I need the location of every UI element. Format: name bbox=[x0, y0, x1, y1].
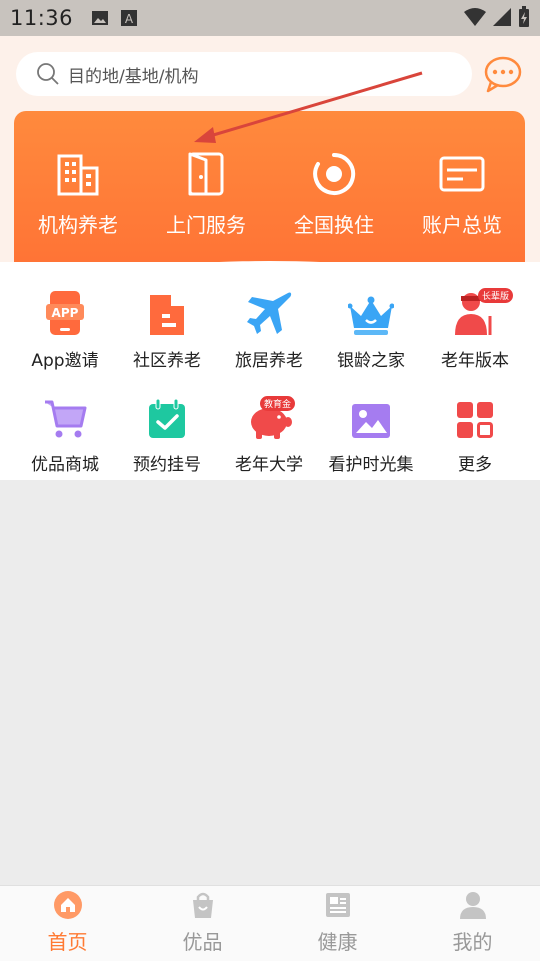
font-notification-icon: A bbox=[121, 10, 138, 26]
bottom-navigation: 首页 优品 健康 我的 bbox=[0, 885, 540, 961]
status-bar: 11:36 A bbox=[0, 0, 540, 36]
grid-item-label: App邀请 bbox=[31, 351, 99, 371]
airplane-icon bbox=[247, 292, 292, 334]
phone-app-icon: APP bbox=[46, 291, 84, 335]
service-label: 机构养老 bbox=[38, 213, 118, 237]
message-icon[interactable] bbox=[482, 54, 524, 94]
grid-item-community-care[interactable]: 社区养老 bbox=[116, 286, 218, 371]
card-icon bbox=[439, 156, 485, 192]
grid-item-appointment[interactable]: 预约挂号 bbox=[116, 390, 218, 475]
grid-item-label: 老年大学 bbox=[235, 455, 303, 475]
grid-item-mall[interactable]: 优品商城 bbox=[14, 390, 116, 475]
wifi-icon bbox=[464, 8, 486, 26]
grid-item-label: 看护时光集 bbox=[328, 455, 414, 475]
grid-item-elder-version[interactable]: 长辈版 老年版本 bbox=[424, 286, 526, 371]
person-icon bbox=[459, 892, 486, 919]
grid-item-label: 预约挂号 bbox=[133, 455, 201, 475]
crown-icon bbox=[348, 296, 394, 335]
search-placeholder: 目的地/基地/机构 bbox=[68, 66, 199, 87]
service-home-visit[interactable]: 上门服务 bbox=[142, 149, 270, 238]
grid-item-label: 优品商城 bbox=[31, 455, 99, 475]
community-building-icon bbox=[150, 295, 184, 335]
calendar-check-icon bbox=[149, 398, 185, 438]
tab-label: 优品 bbox=[182, 930, 223, 954]
grid-item-label: 社区养老 bbox=[133, 351, 201, 371]
tab-label: 我的 bbox=[452, 930, 493, 954]
cart-icon bbox=[45, 400, 87, 438]
search-bar[interactable]: 目的地/基地/机构 bbox=[16, 52, 472, 96]
service-institution-care[interactable]: 机构养老 bbox=[14, 149, 142, 238]
grid-item-label: 老年版本 bbox=[441, 351, 509, 371]
grid-item-label: 银龄之家 bbox=[337, 351, 405, 371]
service-label: 账户总览 bbox=[422, 213, 502, 237]
building-icon bbox=[57, 154, 99, 196]
services-card: 机构养老 上门服务 全国换住 账户总览 bbox=[14, 111, 525, 275]
svg-text:A: A bbox=[125, 12, 134, 26]
grid-more-icon bbox=[457, 402, 493, 438]
grid-item-more[interactable]: 更多 bbox=[424, 390, 526, 475]
tab-products[interactable]: 优品 bbox=[135, 886, 270, 961]
image-icon bbox=[352, 404, 390, 438]
health-news-icon bbox=[325, 893, 350, 917]
shopping-bag-icon bbox=[192, 892, 213, 918]
grid-item-label: 旅居养老 bbox=[235, 351, 303, 371]
target-icon bbox=[313, 152, 356, 195]
tab-label: 健康 bbox=[317, 930, 358, 954]
status-time: 11:36 bbox=[10, 6, 74, 30]
image-notification-icon bbox=[92, 11, 109, 25]
svg-text:APP: APP bbox=[52, 306, 79, 320]
tab-home[interactable]: 首页 bbox=[0, 886, 135, 961]
grid-item-care-album[interactable]: 看护时光集 bbox=[320, 390, 422, 475]
elder-version-badge: 长辈版 bbox=[478, 288, 514, 303]
battery-icon bbox=[519, 6, 529, 27]
home-icon bbox=[53, 891, 82, 919]
tab-label: 首页 bbox=[47, 930, 88, 954]
grid-item-label: 更多 bbox=[458, 455, 492, 475]
signal-icon bbox=[493, 8, 511, 26]
tab-profile[interactable]: 我的 bbox=[405, 886, 540, 961]
grid-item-elder-university[interactable]: 教育金 老年大学 bbox=[218, 390, 320, 475]
door-icon bbox=[188, 152, 224, 196]
grid-item-app-invite[interactable]: APP App邀请 bbox=[14, 286, 116, 371]
service-nationwide-exchange[interactable]: 全国换住 bbox=[270, 149, 398, 238]
feature-grid: APP App邀请 社区养老 旅居养老 银龄之家 长辈版 老年版本 优品商城 预… bbox=[0, 262, 540, 480]
service-account-overview[interactable]: 账户总览 bbox=[398, 149, 525, 238]
grid-item-silver-home[interactable]: 银龄之家 bbox=[320, 286, 422, 371]
elder-university-badge: 教育金 bbox=[260, 396, 296, 411]
service-label: 全国换住 bbox=[294, 213, 374, 237]
grid-item-travel-care[interactable]: 旅居养老 bbox=[218, 286, 320, 371]
search-icon bbox=[37, 63, 59, 85]
service-label: 上门服务 bbox=[166, 213, 246, 237]
tab-health[interactable]: 健康 bbox=[270, 886, 405, 961]
